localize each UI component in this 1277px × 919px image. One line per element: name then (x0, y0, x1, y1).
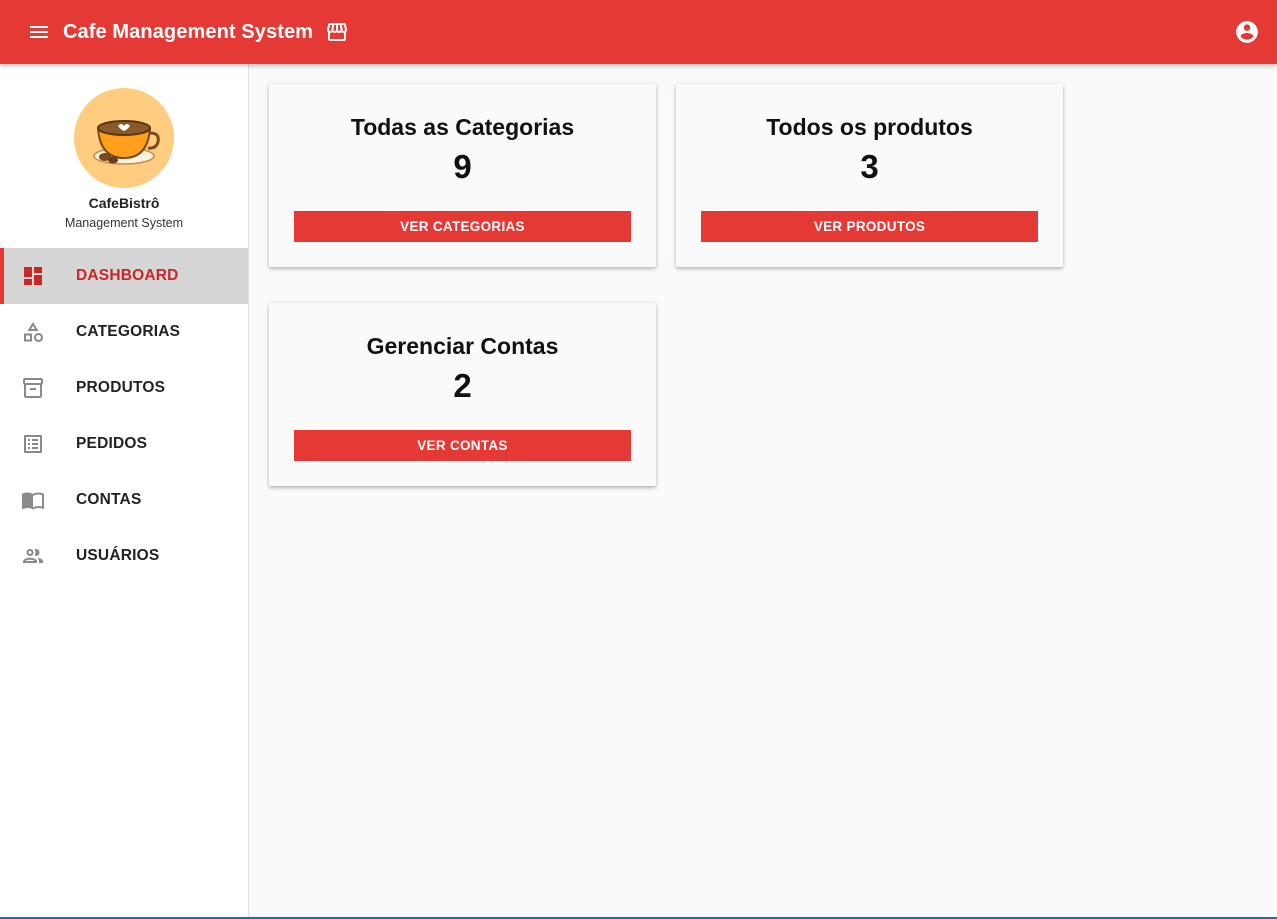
card-count: 9 (453, 148, 472, 185)
inventory-icon (21, 376, 45, 400)
card-title: Todos os produtos (766, 114, 973, 140)
category-icon (21, 320, 45, 344)
sidebar-item-pedidos[interactable]: PEDIDOS (0, 416, 248, 472)
sidebar-item-categorias[interactable]: CATEGORIAS (0, 304, 248, 360)
card-title: Todas as Categorias (350, 114, 575, 140)
sidebar-nav: DASHBOARD CATEGORIAS PRODUTOS PEDIDOS CO… (0, 248, 248, 584)
sidebar-item-label: DASHBOARD (76, 267, 179, 284)
cafe-logo-avatar (74, 88, 174, 188)
people-icon (21, 544, 45, 568)
dashboard-icon (21, 264, 45, 288)
sidebar-item-label: CATEGORIAS (76, 323, 181, 340)
list-alt-icon (21, 432, 45, 456)
ver-contas-button[interactable]: VER CONTAS (294, 430, 631, 461)
storefront-icon (325, 20, 349, 44)
sidebar-item-label: PRODUTOS (76, 379, 166, 396)
ver-categorias-button[interactable]: VER CATEGORIAS (294, 211, 631, 242)
card-title: Gerenciar Contas (366, 333, 559, 359)
top-toolbar: Cafe Management System (0, 0, 1277, 64)
ver-produtos-button[interactable]: VER PRODUTOS (701, 211, 1038, 242)
sidebar-item-dashboard[interactable]: DASHBOARD (0, 248, 248, 304)
brand-name: CafeBistrô (88, 195, 160, 211)
sidebar-item-usuarios[interactable]: USUÁRIOS (0, 528, 248, 584)
sidebar-item-label: PEDIDOS (76, 435, 148, 452)
sidebar: CafeBistrô Management System DASHBOARD C… (0, 64, 249, 919)
menu-book-icon (21, 488, 45, 512)
brand-subtitle: Management System (64, 216, 184, 230)
sidebar-item-label: USUÁRIOS (76, 547, 160, 564)
sidebar-item-label: CONTAS (76, 491, 142, 508)
sidebar-item-produtos[interactable]: PRODUTOS (0, 360, 248, 416)
card-categorias: Todas as Categorias 9 VER CATEGORIAS (269, 84, 656, 267)
account-circle-icon[interactable] (1231, 16, 1263, 48)
sidebar-item-contas[interactable]: CONTAS (0, 472, 248, 528)
card-produtos: Todos os produtos 3 VER PRODUTOS (676, 84, 1063, 267)
card-contas: Gerenciar Contas 2 VER CONTAS (269, 303, 656, 486)
card-count: 3 (860, 148, 879, 185)
menu-icon[interactable] (19, 12, 59, 52)
card-count: 2 (453, 367, 472, 404)
app-title: Cafe Management System (63, 20, 314, 43)
